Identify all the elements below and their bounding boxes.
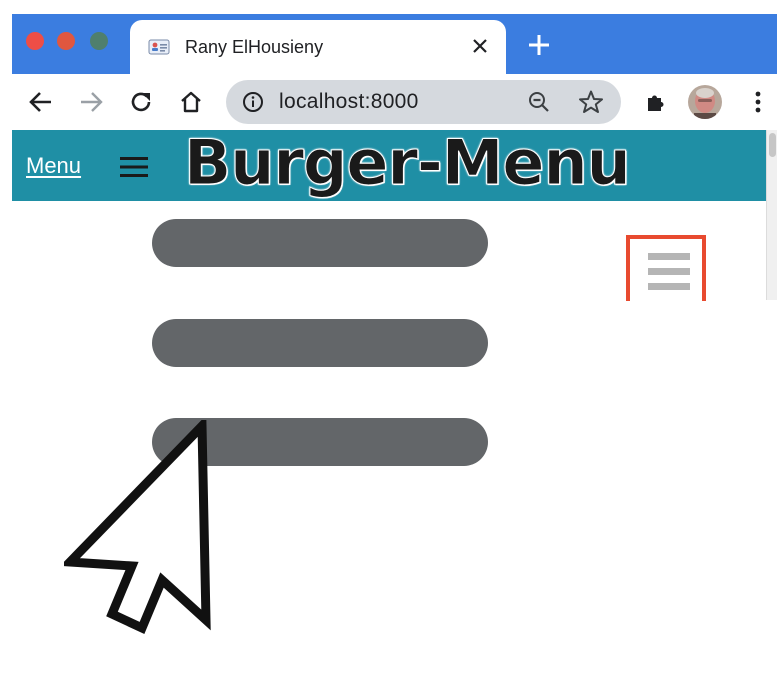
address-bar[interactable]: localhost:8000 bbox=[226, 80, 621, 124]
zoom-out-icon[interactable] bbox=[527, 90, 551, 114]
browser-tab[interactable]: Rany ElHousieny bbox=[130, 20, 506, 74]
info-icon[interactable] bbox=[242, 91, 264, 113]
site-header: Menu Burger-Menu bbox=[12, 126, 777, 201]
hamburger-line bbox=[648, 253, 690, 260]
scrollbar[interactable] bbox=[766, 130, 777, 300]
highlighted-hamburger-icon bbox=[626, 235, 706, 301]
bookmark-star-icon[interactable] bbox=[578, 89, 604, 115]
window-minimize-button[interactable] bbox=[57, 32, 75, 50]
page-title: Burger-Menu bbox=[184, 126, 632, 200]
more-menu-icon[interactable] bbox=[743, 87, 773, 117]
home-icon[interactable] bbox=[176, 87, 206, 117]
hamburger-line bbox=[648, 268, 690, 275]
page-content: Menu Burger-Menu bbox=[12, 126, 777, 674]
screenshot: Rany ElHousieny localhost:8000 Menu Burg… bbox=[0, 0, 777, 674]
burger-bar-top bbox=[152, 219, 488, 267]
contact-card-icon bbox=[148, 39, 170, 55]
burger-bar-middle bbox=[152, 319, 488, 367]
url-text[interactable]: localhost:8000 bbox=[279, 90, 419, 114]
profile-avatar[interactable] bbox=[688, 85, 722, 119]
scrollbar-thumb[interactable] bbox=[769, 133, 776, 157]
reload-icon[interactable] bbox=[126, 87, 156, 117]
window-close-button[interactable] bbox=[26, 32, 44, 50]
back-icon[interactable] bbox=[26, 87, 56, 117]
mouse-pointer-icon bbox=[64, 420, 211, 635]
forward-icon[interactable] bbox=[76, 87, 106, 117]
tab-close-icon[interactable] bbox=[468, 34, 492, 58]
browser-toolbar: localhost:8000 bbox=[12, 74, 777, 130]
tab-strip: Rany ElHousieny bbox=[12, 14, 777, 74]
hamburger-icon[interactable] bbox=[120, 155, 148, 179]
window-maximize-button[interactable] bbox=[90, 32, 108, 50]
menu-link[interactable]: Menu bbox=[26, 153, 81, 179]
hamburger-line bbox=[648, 283, 690, 290]
extensions-icon[interactable] bbox=[641, 87, 671, 117]
tab-title: Rany ElHousieny bbox=[185, 37, 324, 57]
new-tab-icon[interactable] bbox=[524, 30, 554, 60]
